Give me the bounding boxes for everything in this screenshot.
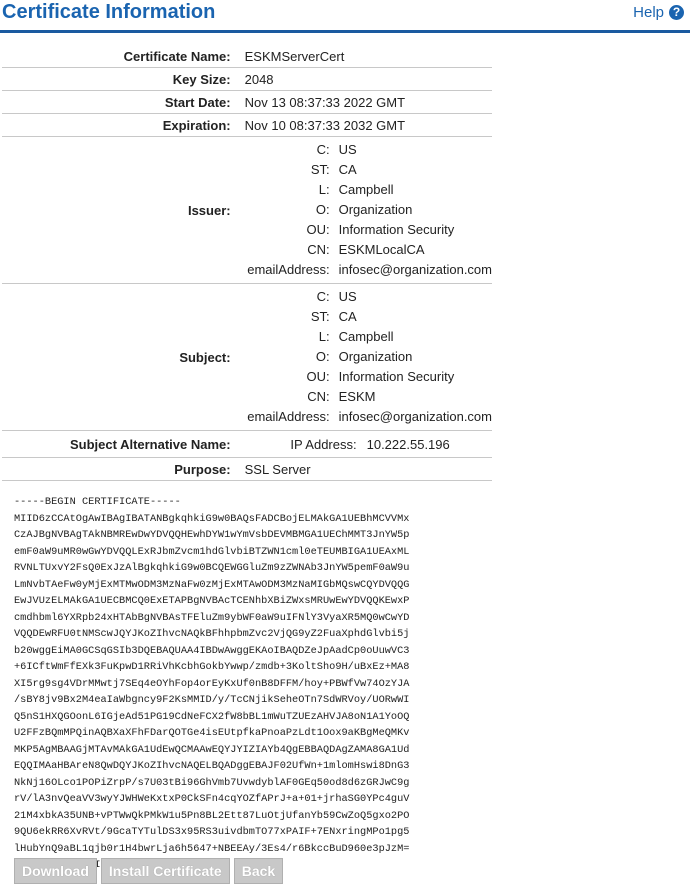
subject-ou-key: OU: xyxy=(306,369,330,384)
subject-cn-key: CN: xyxy=(307,389,330,404)
subject-l-value: Campbell xyxy=(338,329,394,344)
issuer-label: Issuer: xyxy=(2,136,245,284)
issuer-o-value: Organization xyxy=(338,202,413,217)
subject-email-value: infosec@organization.com xyxy=(338,409,492,424)
issuer-ou-key: OU: xyxy=(306,222,330,237)
issuer-email-value: infosec@organization.com xyxy=(338,262,492,277)
subject-c-key: C: xyxy=(316,289,330,304)
issuer-st-key: ST: xyxy=(310,162,330,177)
subject-l-key: L: xyxy=(318,329,330,344)
issuer-email-key: emailAddress: xyxy=(247,262,330,277)
start-date-label: Start Date: xyxy=(2,90,245,114)
key-size-value: 2048 xyxy=(244,67,492,91)
subject-cn-value: ESKM xyxy=(338,389,376,404)
issuer-ou-value: Information Security xyxy=(338,222,455,237)
row-subject: Subject: C: US ST: CA L: Campbell O: Organiz… xyxy=(2,283,492,431)
issuer-c-key: C: xyxy=(316,142,330,157)
certificate-info-table: Certificate Name: ESKMServerCert Key Siz… xyxy=(2,45,492,481)
purpose-value: SSL Server xyxy=(244,457,492,481)
page-header: Certificate Information Help ? xyxy=(0,0,690,33)
subject-label: Subject: xyxy=(2,283,245,431)
subject-st-value: CA xyxy=(338,309,357,324)
start-date-value: Nov 13 08:37:33 2022 GMT xyxy=(244,90,492,114)
help-link[interactable]: Help ? xyxy=(633,4,684,21)
page-title: Certificate Information xyxy=(2,1,216,23)
expiration-value: Nov 10 08:37:33 2032 GMT xyxy=(244,113,492,137)
certificate-name-label: Certificate Name: xyxy=(2,45,245,68)
san-label: Subject Alternative Name: xyxy=(2,430,245,458)
subject-st-key: ST: xyxy=(310,309,330,324)
row-purpose: Purpose: SSL Server xyxy=(2,457,492,481)
issuer-l-value: Campbell xyxy=(338,182,394,197)
san-entry: IP Address: 10.222.55.196 xyxy=(245,437,492,452)
button-bar: Download Install Certificate Back xyxy=(14,858,284,884)
subject-dn: C: US ST: CA L: Campbell O: Organization OU:… xyxy=(245,284,492,430)
subject-email-key: emailAddress: xyxy=(247,409,330,424)
expiration-label: Expiration: xyxy=(2,113,245,137)
row-issuer: Issuer: C: US ST: CA L: Campbell O: Organiza… xyxy=(2,136,492,284)
subject-ou-value: Information Security xyxy=(338,369,455,384)
subject-o-value: Organization xyxy=(338,349,413,364)
download-button[interactable]: Download xyxy=(14,858,97,884)
issuer-dn: C: US ST: CA L: Campbell O: Organization OU:… xyxy=(245,137,492,283)
purpose-label: Purpose: xyxy=(2,457,245,481)
back-button[interactable]: Back xyxy=(233,858,284,884)
issuer-l-key: L: xyxy=(318,182,330,197)
san-value: 10.222.55.196 xyxy=(366,436,450,452)
help-label[interactable]: Help xyxy=(633,4,664,21)
subject-c-value: US xyxy=(338,289,357,304)
certificate-name-value: ESKMServerCert xyxy=(244,45,492,68)
key-size-label: Key Size: xyxy=(2,67,245,91)
certificate-pem: -----BEGIN CERTIFICATE----- MIID6zCCAtOg… xyxy=(14,496,410,871)
issuer-st-value: CA xyxy=(338,162,357,177)
install-certificate-button[interactable]: Install Certificate xyxy=(100,858,230,884)
row-san: Subject Alternative Name: IP Address: 10… xyxy=(2,430,492,458)
issuer-cn-value: ESKMLocalCA xyxy=(338,242,425,257)
issuer-c-value: US xyxy=(338,142,357,157)
subject-o-key: O: xyxy=(315,349,330,364)
row-expiration: Expiration: Nov 10 08:37:33 2032 GMT xyxy=(2,113,492,137)
row-start-date: Start Date: Nov 13 08:37:33 2022 GMT xyxy=(2,90,492,114)
issuer-cn-key: CN: xyxy=(307,242,330,257)
row-key-size: Key Size: 2048 xyxy=(2,67,492,91)
san-key: IP Address: xyxy=(290,436,357,452)
issuer-o-key: O: xyxy=(315,202,330,217)
help-icon[interactable]: ? xyxy=(669,5,684,20)
row-certificate-name: Certificate Name: ESKMServerCert xyxy=(2,45,492,68)
